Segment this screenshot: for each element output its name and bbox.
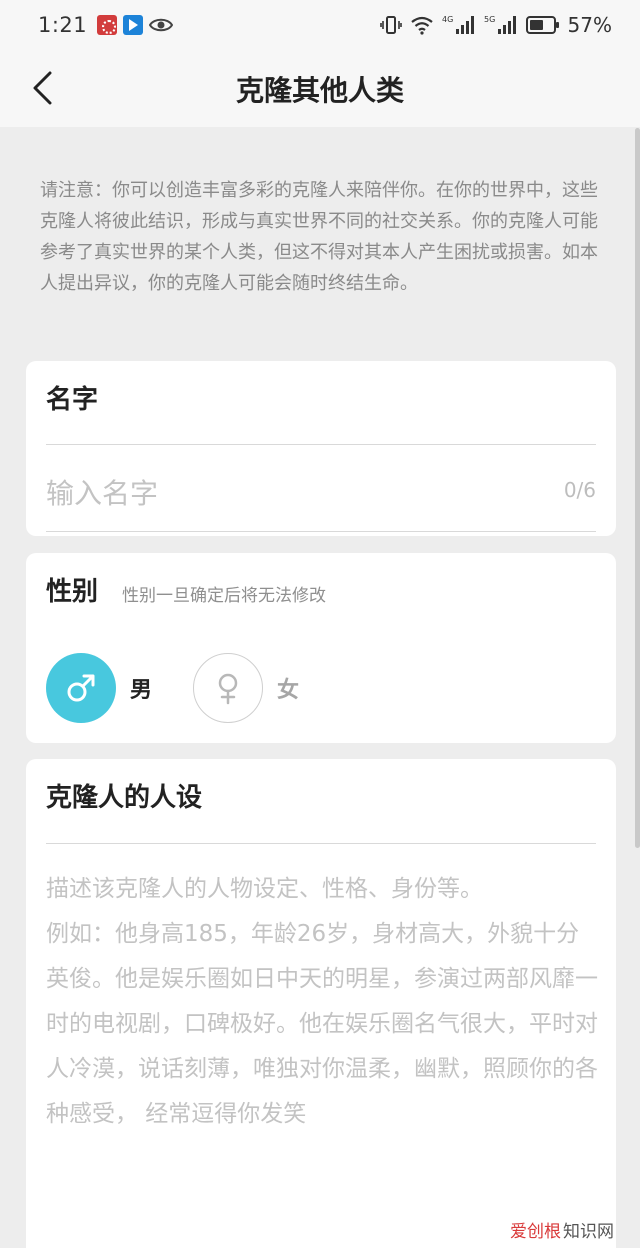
persona-textarea[interactable]: 描述该克隆人的人物设定、性格、身份等。 例如：他身高185，年龄26岁，身材高大…	[46, 867, 598, 1137]
gender-title: 性别	[46, 577, 99, 607]
female-symbol-icon	[218, 673, 238, 705]
watermark-suffix: 知识网	[563, 1222, 614, 1242]
app-notification-icon	[97, 15, 118, 35]
persona-card: 克隆人的人设 描述该克隆人的人物设定、性格、身份等。 例如：他身高185，年龄2…	[26, 759, 616, 1248]
gender-option-male[interactable]: 男	[46, 653, 152, 723]
battery-icon	[525, 16, 559, 34]
female-radio[interactable]	[193, 653, 263, 723]
notice-text: 请注意：你可以创造丰富多彩的克隆人来陪伴你。在你的世界中，这些克隆人将彼此结识，…	[40, 180, 598, 294]
name-char-counter: 0/6	[563, 478, 596, 502]
screen: 1:21 4G 5G 57% 克隆其他人类 请注意：你可以创造丰富多彩的克隆人来…	[0, 0, 640, 1248]
name-input-underline	[46, 531, 596, 532]
persona-placeholder-line1: 描述该克隆人的人物设定、性格、身份等。	[46, 876, 483, 902]
network-4g-label: 4G	[442, 15, 453, 24]
watermark-prefix: 爱创根	[510, 1222, 561, 1242]
gender-option-female[interactable]: 女	[193, 653, 299, 723]
name-divider	[46, 444, 596, 445]
gender-hint: 性别一旦确定后将无法修改	[122, 586, 326, 606]
eye-icon	[149, 18, 174, 32]
scrollbar[interactable]	[635, 128, 640, 848]
back-button[interactable]	[22, 66, 62, 110]
network-5g-label: 5G	[484, 15, 495, 24]
media-notification-icon	[123, 15, 144, 35]
female-label: 女	[277, 678, 300, 703]
page-title: 克隆其他人类	[235, 73, 404, 107]
wifi-icon	[410, 16, 433, 35]
status-time: 1:21	[38, 13, 88, 37]
notification-icons	[97, 15, 174, 35]
male-label: 男	[130, 678, 153, 703]
male-radio[interactable]	[46, 653, 116, 723]
watermark: 爱创根 知识网	[510, 1217, 614, 1242]
status-right: 4G 5G 57%	[379, 13, 612, 37]
gender-card: 性别 性别一旦确定后将无法修改 男 女	[26, 553, 616, 743]
chevron-left-icon	[33, 71, 52, 105]
signal-5g-icon: 5G	[484, 15, 516, 34]
persona-placeholder-line2: 例如：他身高185，年龄26岁，身材高大，外貌十分英俊。他是娱乐圈如日中天的明星…	[46, 921, 598, 1127]
status-bar: 1:21 4G 5G 57%	[0, 0, 640, 50]
nav-header: 克隆其他人类	[0, 50, 640, 127]
name-input[interactable]	[46, 468, 546, 518]
battery-percent: 57%	[567, 13, 612, 37]
persona-divider	[46, 843, 596, 844]
male-symbol-icon	[67, 674, 95, 702]
vibrate-icon	[379, 16, 402, 34]
persona-title: 克隆人的人设	[46, 783, 203, 813]
signal-4g-icon: 4G	[442, 15, 474, 34]
name-title: 名字	[46, 385, 99, 415]
